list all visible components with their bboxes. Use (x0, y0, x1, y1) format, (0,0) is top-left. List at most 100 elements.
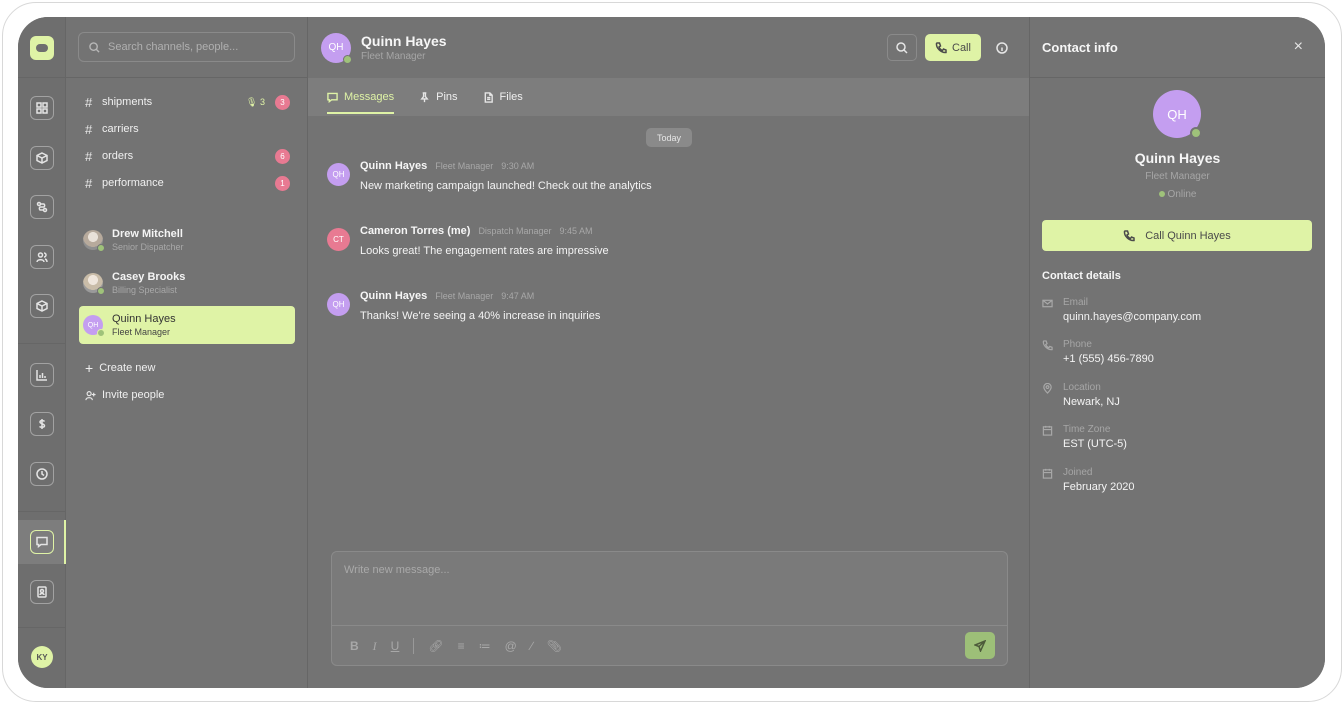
message-avatar[interactable]: CT (327, 228, 350, 251)
info-button[interactable] (989, 34, 1015, 61)
file-icon (484, 91, 493, 103)
link-icon[interactable]: 🔗︎ (428, 639, 443, 653)
message-avatar[interactable]: QH (327, 293, 350, 316)
online-dot (97, 329, 105, 337)
close-icon[interactable]: × (1294, 38, 1303, 56)
dashboard-icon[interactable] (30, 96, 54, 120)
online-dot (1190, 127, 1202, 139)
dm-item-casey-brooks[interactable]: Casey Brooks Billing Specialist (79, 264, 295, 302)
box-icon[interactable] (30, 294, 54, 318)
contact-avatar: QH (1153, 90, 1202, 139)
search-icon (89, 41, 100, 53)
dm-item-drew-mitchell[interactable]: Drew Mitchell Senior Dispatcher (79, 221, 295, 259)
channel-item-orders[interactable]: # orders 6 (85, 146, 290, 166)
route-icon[interactable] (30, 195, 54, 219)
call-contact-button[interactable]: Call Quinn Hayes (1042, 220, 1312, 251)
slash-command-icon[interactable]: ∕ (531, 639, 533, 653)
search-input[interactable] (108, 41, 278, 53)
message-text: Thanks! We're seeing a 40% increase in i… (360, 310, 601, 322)
email-value[interactable]: quinn.hayes@company.com (1063, 311, 1201, 323)
tab-pins[interactable]: Pins (419, 78, 458, 116)
message-time: 9:47 AM (501, 291, 535, 301)
phone-icon (1123, 229, 1135, 241)
user-plus-icon (85, 390, 96, 400)
users-icon[interactable] (30, 245, 54, 269)
pin-icon (420, 91, 429, 102)
numbered-list-icon[interactable]: ≔ (479, 639, 491, 653)
bold-icon[interactable]: B (350, 639, 359, 653)
search-chat-button[interactable] (887, 34, 917, 61)
tab-files[interactable]: Files (483, 78, 523, 116)
joined-value: February 2020 (1063, 481, 1135, 493)
details-heading: Contact details (1042, 270, 1121, 282)
contact-role: Fleet Manager (1145, 171, 1210, 182)
invite-people-button[interactable]: Invite people (85, 385, 164, 405)
date-divider: Today (646, 128, 692, 147)
location-pin-icon (1043, 383, 1052, 394)
bullet-list-icon[interactable]: ≡ (458, 639, 465, 653)
online-dot (1158, 191, 1165, 198)
online-dot (343, 54, 352, 64)
avatar: QH (83, 315, 105, 337)
panel-title: Contact info (1042, 40, 1118, 55)
message-composer: B I U 🔗︎ ≡ ≔ @ ∕ 📎︎ (331, 551, 1008, 666)
channel-name: performance (102, 177, 164, 189)
send-button[interactable] (965, 632, 995, 659)
hash-icon: # (85, 175, 93, 191)
channel-item-carriers[interactable]: # carriers (85, 119, 290, 139)
rail-divider (18, 627, 66, 628)
channel-name: shipments (102, 96, 153, 108)
italic-icon[interactable]: I (373, 639, 377, 654)
rail-divider (18, 343, 66, 344)
channel-item-shipments[interactable]: # shipments 🎙︎ 3 3 (85, 92, 290, 112)
hash-icon: # (85, 121, 93, 137)
detail-phone: Phone +1 (555) 456-7890 (1042, 339, 1154, 365)
underline-icon[interactable]: U (391, 639, 400, 653)
hash-icon: # (85, 148, 93, 164)
hash-icon: # (85, 94, 93, 110)
channel-sidebar: # shipments 🎙︎ 3 3 # carriers # orders 6… (66, 17, 308, 688)
message-author[interactable]: Quinn Hayes (360, 290, 427, 302)
dm-item-quinn-hayes[interactable]: QH Quinn Hayes Fleet Manager (79, 306, 295, 344)
package-icon[interactable] (30, 146, 54, 170)
message-input[interactable] (332, 552, 1007, 626)
clock-icon[interactable] (30, 462, 54, 486)
message-avatar[interactable]: QH (327, 163, 350, 186)
toolbar-divider (413, 638, 415, 654)
contacts-icon[interactable] (30, 580, 54, 604)
chat-icon[interactable] (30, 530, 54, 554)
voice-count: 🎙︎ 3 (246, 96, 265, 107)
detail-email: Email quinn.hayes@company.com (1042, 297, 1201, 323)
channel-item-performance[interactable]: # performance 1 (85, 173, 290, 193)
calendar-icon (1042, 468, 1053, 479)
app-logo[interactable] (30, 36, 54, 60)
message: CT Cameron Torres (me) Dispatch Manager 9:… (327, 225, 609, 257)
message-author[interactable]: Cameron Torres (me) (360, 225, 470, 237)
timezone-value: EST (UTC-5) (1063, 438, 1127, 450)
chat-avatar[interactable]: QH (321, 32, 352, 64)
dm-role: Senior Dispatcher (112, 241, 184, 252)
channel-name: carriers (102, 123, 139, 135)
message-role: Dispatch Manager (478, 226, 552, 236)
attachment-icon[interactable]: 📎︎ (547, 639, 562, 653)
contact-panel: Contact info × QH Quinn Hayes Fleet Mana… (1030, 17, 1325, 688)
user-avatar[interactable]: KY (31, 646, 53, 668)
detail-location: Location Newark, NJ (1042, 382, 1120, 408)
info-icon (996, 41, 1008, 54)
create-new-button[interactable]: + Create new (85, 358, 155, 378)
dollar-icon[interactable] (30, 412, 54, 436)
app-window: KY # shipments 🎙︎ 3 3 # carriers # order… (18, 17, 1325, 688)
plus-icon: + (85, 360, 94, 376)
phone-value[interactable]: +1 (555) 456-7890 (1063, 353, 1154, 365)
contact-name: Quinn Hayes (1134, 150, 1221, 166)
mention-icon[interactable]: @ (505, 639, 517, 653)
send-icon (974, 639, 986, 652)
call-button[interactable]: Call (925, 34, 981, 61)
detail-joined: Joined February 2020 (1042, 467, 1135, 493)
tab-messages[interactable]: Messages (327, 78, 395, 116)
dm-role: Fleet Manager (112, 326, 171, 337)
search-box[interactable] (78, 32, 295, 62)
analytics-icon[interactable] (30, 363, 54, 387)
message-author[interactable]: Quinn Hayes (360, 160, 427, 172)
avatar (83, 230, 105, 252)
